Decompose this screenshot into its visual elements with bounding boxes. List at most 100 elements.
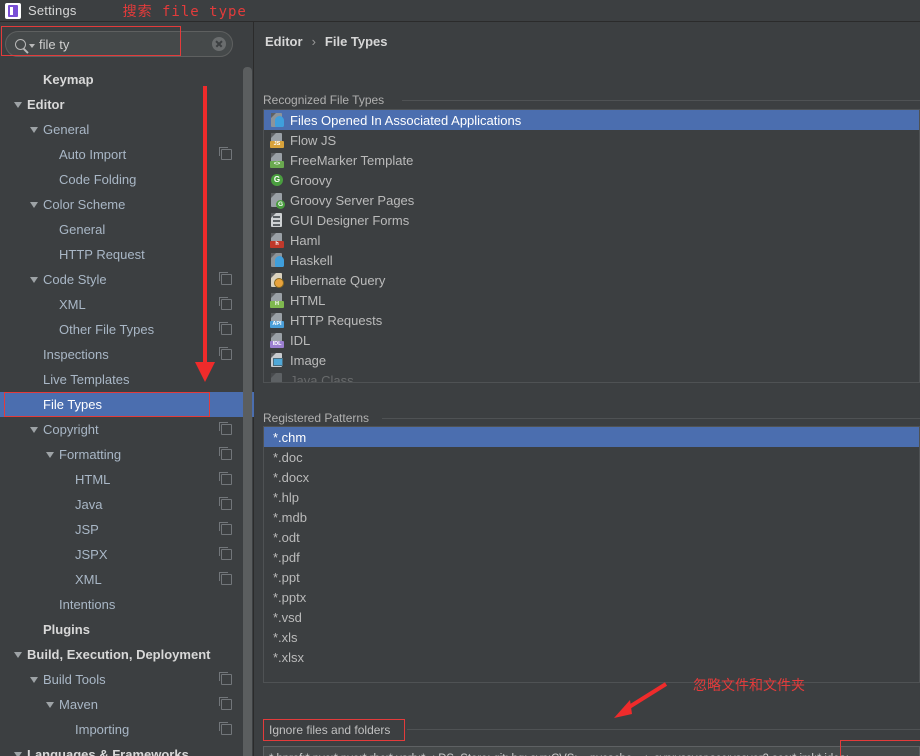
pattern-row[interactable]: *.pdf [264,547,919,567]
copy-settings-icon[interactable] [219,497,232,510]
file-type-row[interactable]: Java Class [264,370,919,383]
file-type-row[interactable]: <> FreeMarker Template [264,150,919,170]
sidebar-item-html[interactable]: HTML [0,467,254,492]
sidebar-item-label: XML [75,572,102,587]
sidebar-item-languages-frameworks[interactable]: Languages & Frameworks [0,742,254,756]
sidebar-item-code-style[interactable]: Code Style [0,267,254,292]
pattern-label: *.xls [273,629,298,645]
sidebar-item-copyright[interactable]: Copyright [0,417,254,442]
pattern-row[interactable]: *.ppt [264,567,919,587]
sidebar-item-general[interactable]: General [0,217,254,242]
pattern-label: *.hlp [273,489,300,505]
chevron-down-icon[interactable] [30,426,38,433]
sidebar-item-other-file-types[interactable]: Other File Types [0,317,254,342]
registered-patterns-list[interactable]: *.chm *.doc *.docx *.hlp *.mdb *.odt *.pdf *.pp… [263,426,920,683]
pattern-row[interactable]: *.docx [264,467,919,487]
chevron-down-icon[interactable] [46,451,54,458]
sidebar-item-build-tools[interactable]: Build Tools [0,667,254,692]
ignore-patterns-input[interactable]: *.hprof;*.pyc;*.pyo;*.rbc;*.yarb;*~;.DS_… [263,746,920,756]
file-type-row[interactable]: JS Flow JS [264,130,919,150]
chevron-down-icon[interactable] [30,201,38,208]
sidebar-item-file-types[interactable]: File Types [0,392,254,417]
pattern-row[interactable]: *.chm [264,427,919,447]
pattern-label: *.docx [273,469,310,485]
chevron-down-icon[interactable] [29,43,35,48]
copy-settings-icon[interactable] [219,272,232,285]
file-type-label: Java Class [290,372,354,383]
pattern-row[interactable]: *.vsd [264,607,919,627]
sidebar-item-plugins[interactable]: Plugins [0,617,254,642]
annotation-ignore-note: 忽略文件和文件夹 [693,678,805,694]
file-type-row[interactable]: API HTTP Requests [264,310,919,330]
pattern-row[interactable]: *.hlp [264,487,919,507]
file-type-row[interactable]: h Haml [264,230,919,250]
sidebar-item-auto-import[interactable]: Auto Import [0,142,254,167]
sidebar-item-build-execution-deployment[interactable]: Build, Execution, Deployment [0,642,254,667]
pattern-row[interactable]: *.odt [264,527,919,547]
chevron-down-icon[interactable] [30,676,38,683]
pattern-row[interactable]: *.xls [264,627,919,647]
sidebar-item-jspx[interactable]: JSPX [0,542,254,567]
file-type-label: Groovy Server Pages [290,192,415,208]
breadcrumb-parent[interactable]: Editor [265,34,303,49]
search-input[interactable]: file ty [5,31,233,57]
copy-settings-icon[interactable] [219,472,232,485]
groovy-icon: G [270,173,284,188]
copy-settings-icon[interactable] [219,572,232,585]
copy-settings-icon[interactable] [219,672,232,685]
sidebar-item-label: JSP [75,522,99,537]
copy-settings-icon[interactable] [219,697,232,710]
copy-settings-icon[interactable] [219,447,232,460]
sidebar-scrollbar[interactable] [243,67,252,756]
chevron-down-icon[interactable] [14,651,22,658]
sidebar-item-maven[interactable]: Maven [0,692,254,717]
file-type-row[interactable]: Files Opened In Associated Applications [264,110,919,130]
chevron-down-icon[interactable] [30,276,38,283]
idl-file-icon: IDL [270,332,284,348]
file-type-row[interactable]: IDL IDL [264,330,919,350]
chevron-down-icon[interactable] [46,701,54,708]
copy-settings-icon[interactable] [219,722,232,735]
sidebar-item-general[interactable]: General [0,117,254,142]
sidebar-item-xml[interactable]: XML [0,292,254,317]
chevron-down-icon[interactable] [14,751,22,756]
recognized-file-types-list[interactable]: Files Opened In Associated Applications J… [263,109,920,383]
file-type-row[interactable]: Haskell [264,250,919,270]
chevron-down-icon[interactable] [14,101,22,108]
copy-settings-icon[interactable] [219,322,232,335]
file-type-row[interactable]: GUI Designer Forms [264,210,919,230]
clear-icon[interactable] [212,37,226,51]
copy-settings-icon[interactable] [219,522,232,535]
file-type-row[interactable]: G Groovy [264,170,919,190]
file-type-row[interactable]: Hibernate Query [264,270,919,290]
copy-settings-icon[interactable] [219,422,232,435]
sidebar-item-intentions[interactable]: Intentions [0,592,254,617]
sidebar-item-jsp[interactable]: JSP [0,517,254,542]
sidebar-item-color-scheme[interactable]: Color Scheme [0,192,254,217]
copy-settings-icon[interactable] [219,147,232,160]
file-type-row[interactable]: Image [264,350,919,370]
sidebar-item-editor[interactable]: Editor [0,92,254,117]
recognized-file-types-label: Recognized File Types [263,93,392,107]
pattern-row[interactable]: *.xlsx [264,647,919,667]
sidebar-item-label: File Types [43,397,103,412]
pattern-row[interactable]: *.mdb [264,507,919,527]
sidebar-item-java[interactable]: Java [0,492,254,517]
sidebar-item-importing[interactable]: Importing [0,717,254,742]
sidebar-item-live-templates[interactable]: Live Templates [0,367,254,392]
sidebar-item-inspections[interactable]: Inspections [0,342,254,367]
file-type-label: Flow JS [290,132,337,148]
pattern-row[interactable]: *.pptx [264,587,919,607]
sidebar-item-http-request[interactable]: HTTP Request [0,242,254,267]
pattern-row[interactable]: *.doc [264,447,919,467]
copy-settings-icon[interactable] [219,297,232,310]
file-type-row[interactable]: H HTML [264,290,919,310]
sidebar-item-formatting[interactable]: Formatting [0,442,254,467]
sidebar-item-code-folding[interactable]: Code Folding [0,167,254,192]
sidebar-item-keymap[interactable]: Keymap [0,67,254,92]
copy-settings-icon[interactable] [219,347,232,360]
sidebar-item-xml[interactable]: XML [0,567,254,592]
copy-settings-icon[interactable] [219,547,232,560]
file-type-row[interactable]: G Groovy Server Pages [264,190,919,210]
chevron-down-icon[interactable] [30,126,38,133]
